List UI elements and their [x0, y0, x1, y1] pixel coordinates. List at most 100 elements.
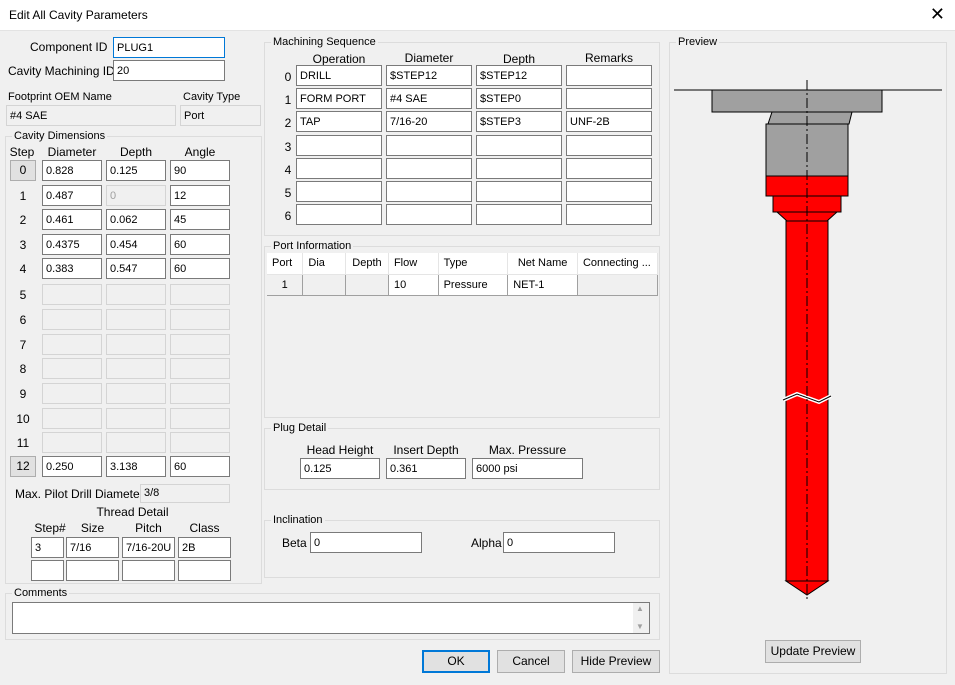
ms-row-2-depth-input[interactable]: [476, 111, 562, 133]
thread-0-size-input[interactable]: [66, 537, 119, 558]
cavity-step-10-angle-input[interactable]: [170, 408, 230, 429]
pi-header-dia[interactable]: Dia: [302, 253, 347, 275]
pi-header-connecting[interactable]: Connecting ...: [577, 253, 658, 275]
pi-header-depth[interactable]: Depth: [345, 253, 389, 275]
ms-row-5-depth-input[interactable]: [476, 181, 562, 202]
cavity-step-11-diameter-input[interactable]: [42, 432, 102, 453]
table-row[interactable]: 1 10 Pressure NET-1: [267, 274, 658, 296]
ms-row-6-depth-input[interactable]: [476, 204, 562, 226]
cavity-step-7-diameter-input[interactable]: [42, 334, 102, 355]
ms-row-3-depth-input[interactable]: [476, 134, 562, 156]
pi-cell-net-name[interactable]: NET-1: [507, 274, 578, 296]
cavity-step-10-depth-input[interactable]: [106, 408, 166, 429]
ms-row-5-diameter-input[interactable]: [386, 181, 472, 202]
cavity-step-5-diameter-input[interactable]: [42, 284, 102, 305]
cavity-step-11-angle-input[interactable]: [170, 432, 230, 453]
cavity-step-3-diameter-input[interactable]: [42, 234, 102, 255]
cavity-step-2-diameter-input[interactable]: [42, 209, 102, 230]
head-height-input[interactable]: [300, 458, 380, 479]
cavity-step-4-depth-input[interactable]: [106, 258, 166, 279]
ms-row-0-diameter-input[interactable]: [386, 65, 472, 86]
comments-scrollbar[interactable]: ▲ ▼: [633, 603, 649, 633]
ms-row-3-operation-input[interactable]: [296, 134, 382, 156]
ms-row-4-remarks-input[interactable]: [566, 157, 652, 179]
pi-cell-dia[interactable]: [302, 274, 347, 296]
ms-row-1-remarks-input[interactable]: [566, 88, 652, 110]
scroll-up-icon[interactable]: ▲: [636, 604, 644, 613]
thread-1-size-input[interactable]: [66, 560, 119, 581]
thread-1-pitch-input[interactable]: [122, 560, 175, 581]
thread-1-step-input[interactable]: [31, 560, 64, 581]
thread-0-class-input[interactable]: [178, 537, 231, 558]
comments-textarea[interactable]: ▲ ▼: [12, 602, 650, 634]
alpha-input[interactable]: [503, 532, 615, 553]
cavity-step-0-diameter-input[interactable]: [42, 160, 102, 181]
cavity-step-4-diameter-input[interactable]: [42, 258, 102, 279]
cavity-step-5-depth-input[interactable]: [106, 284, 166, 305]
ms-row-3-remarks-input[interactable]: [566, 134, 652, 156]
cavity-step-8-depth-input[interactable]: [106, 358, 166, 379]
ms-row-2-diameter-input[interactable]: [386, 111, 472, 133]
cavity-step-3-depth-input[interactable]: [106, 234, 166, 255]
pi-cell-connecting[interactable]: [577, 274, 658, 296]
thread-0-step-input[interactable]: [31, 537, 64, 558]
cavity-step-0-angle-input[interactable]: [170, 160, 230, 181]
ms-row-1-diameter-input[interactable]: [386, 88, 472, 110]
close-icon[interactable]: ✕: [930, 4, 945, 24]
cavity-step-1-depth-input[interactable]: [106, 185, 166, 206]
ms-row-2-remarks-input[interactable]: [566, 111, 652, 133]
port-information-table[interactable]: Port Dia Depth Flow Type Net Name Connec…: [267, 253, 658, 296]
ms-row-6-diameter-input[interactable]: [386, 204, 472, 226]
cavity-step-1-diameter-input[interactable]: [42, 185, 102, 206]
cavity-step-7-depth-input[interactable]: [106, 334, 166, 355]
ms-row-2-operation-input[interactable]: [296, 111, 382, 133]
pi-header-type[interactable]: Type: [438, 253, 509, 275]
cavity-step-9-depth-input[interactable]: [106, 383, 166, 404]
cavity-step-12-diameter-input[interactable]: [42, 456, 102, 477]
ms-row-5-remarks-input[interactable]: [566, 181, 652, 202]
cavity-step-6-angle-input[interactable]: [170, 309, 230, 330]
cavity-step-0-depth-input[interactable]: [106, 160, 166, 181]
component-id-input[interactable]: [113, 37, 225, 58]
cavity-step-7-angle-input[interactable]: [170, 334, 230, 355]
cavity-step-8-diameter-input[interactable]: [42, 358, 102, 379]
ms-row-4-operation-input[interactable]: [296, 157, 382, 179]
ms-row-0-operation-input[interactable]: [296, 65, 382, 86]
ms-row-3-diameter-input[interactable]: [386, 134, 472, 156]
pi-header-net-name[interactable]: Net Name: [507, 253, 578, 275]
cavity-step-12-button[interactable]: 12: [10, 456, 36, 477]
ms-row-1-depth-input[interactable]: [476, 88, 562, 110]
ms-row-0-depth-input[interactable]: [476, 65, 562, 86]
ms-row-6-operation-input[interactable]: [296, 204, 382, 226]
ms-row-4-depth-input[interactable]: [476, 157, 562, 179]
ms-row-0-remarks-input[interactable]: [566, 65, 652, 86]
update-preview-button[interactable]: Update Preview: [765, 640, 861, 663]
ms-row-1-operation-input[interactable]: [296, 88, 382, 110]
pi-cell-flow[interactable]: 10: [388, 274, 439, 296]
ok-button[interactable]: OK: [422, 650, 490, 673]
cavity-step-5-angle-input[interactable]: [170, 284, 230, 305]
cavity-step-6-depth-input[interactable]: [106, 309, 166, 330]
cavity-step-10-diameter-input[interactable]: [42, 408, 102, 429]
ms-row-5-operation-input[interactable]: [296, 181, 382, 202]
scroll-down-icon[interactable]: ▼: [636, 622, 644, 631]
cavity-step-12-depth-input[interactable]: [106, 456, 166, 477]
cavity-step-3-angle-input[interactable]: [170, 234, 230, 255]
pi-cell-type[interactable]: Pressure: [438, 274, 509, 296]
pi-header-flow[interactable]: Flow: [388, 253, 439, 275]
thread-0-pitch-input[interactable]: [122, 537, 175, 558]
cancel-button[interactable]: Cancel: [497, 650, 565, 673]
pi-cell-depth[interactable]: [345, 274, 389, 296]
cavity-step-9-angle-input[interactable]: [170, 383, 230, 404]
pi-header-port[interactable]: Port: [267, 253, 304, 275]
max-pressure-input[interactable]: [472, 458, 583, 479]
cavity-step-6-diameter-input[interactable]: [42, 309, 102, 330]
cavity-step-9-diameter-input[interactable]: [42, 383, 102, 404]
insert-depth-input[interactable]: [386, 458, 466, 479]
ms-row-6-remarks-input[interactable]: [566, 204, 652, 226]
cavity-machining-id-input[interactable]: [113, 60, 225, 81]
cavity-step-11-depth-input[interactable]: [106, 432, 166, 453]
cavity-step-8-angle-input[interactable]: [170, 358, 230, 379]
cavity-step-1-angle-input[interactable]: [170, 185, 230, 206]
cavity-step-2-angle-input[interactable]: [170, 209, 230, 230]
